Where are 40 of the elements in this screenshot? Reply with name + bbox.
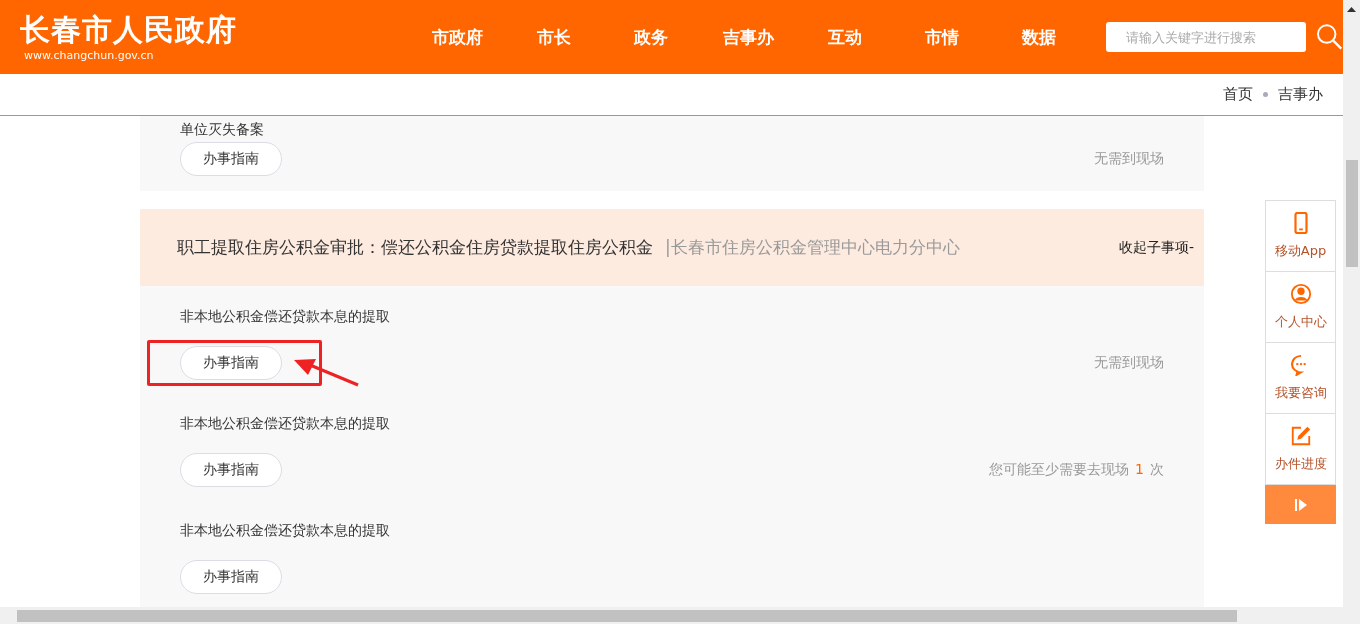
nav-link[interactable]: 市情 [893, 25, 991, 49]
sub-item-title: 非本地公积金偿还贷款本息的提取 [180, 414, 391, 432]
visit-note: 无需到现场 [1094, 354, 1164, 372]
site-title: 长春市人民政府 [20, 12, 238, 47]
sub-item-title: 非本地公积金偿还贷款本息的提取 [180, 521, 391, 539]
sub-item-title: 非本地公积金偿还贷款本息的提取 [180, 307, 391, 325]
nav-link[interactable]: 数据 [990, 25, 1088, 49]
nav-link[interactable]: 市长 [505, 25, 603, 49]
breadcrumb-link[interactable]: 首页 [1223, 85, 1253, 105]
nav-link[interactable]: 互动 [796, 25, 894, 49]
department-name: |长春市住房公积金管理中心电力分中心 [665, 236, 960, 259]
nav-link[interactable]: 市政府 [408, 25, 506, 49]
edit-icon [1289, 425, 1312, 447]
guide-button[interactable]: 办事指南 [180, 346, 282, 380]
guide-button[interactable]: 办事指南 [180, 560, 282, 594]
toolbar-item[interactable]: 移动App [1266, 201, 1335, 272]
collapse-toolbar-button[interactable] [1265, 485, 1336, 524]
scroll-thumb[interactable] [17, 609, 1237, 622]
nav-link[interactable]: 政务 [602, 25, 700, 49]
breadcrumb-link[interactable]: 吉事办 [1278, 85, 1323, 105]
nav-link[interactable]: 吉事办 [699, 25, 797, 49]
toolbar-item[interactable]: 我要咨询 [1266, 343, 1335, 414]
collapse-link[interactable]: 收起子事项- [1118, 238, 1194, 257]
separator-dot [1263, 92, 1268, 98]
scroll-thumb[interactable] [1345, 160, 1358, 267]
scroll-up-icon[interactable] [1347, 6, 1356, 12]
vertical-scrollbar[interactable] [1343, 0, 1360, 607]
play-icon [1293, 497, 1308, 512]
site-url: www.changchun.gov.cn [24, 48, 155, 62]
search-icon[interactable] [1315, 23, 1343, 52]
visit-note: 您可能至少需要去现场 1 次 [989, 461, 1164, 479]
guide-button[interactable]: 办事指南 [180, 453, 282, 487]
search-field[interactable]: 请输入关键字进行搜索 [1105, 22, 1306, 53]
user-icon [1289, 283, 1312, 305]
service-title: 职工提取住房公积金审批：偿还公积金住房贷款提取住房公积金 [177, 236, 653, 259]
horizontal-scrollbar[interactable] [0, 607, 1360, 624]
guide-button[interactable]: 办事指南 [180, 142, 282, 176]
visit-note: 无需到现场 [1094, 150, 1164, 168]
sub-item-title: 单位灭失备案 [180, 120, 265, 138]
toolbar-item[interactable]: 个人中心 [1266, 272, 1335, 343]
